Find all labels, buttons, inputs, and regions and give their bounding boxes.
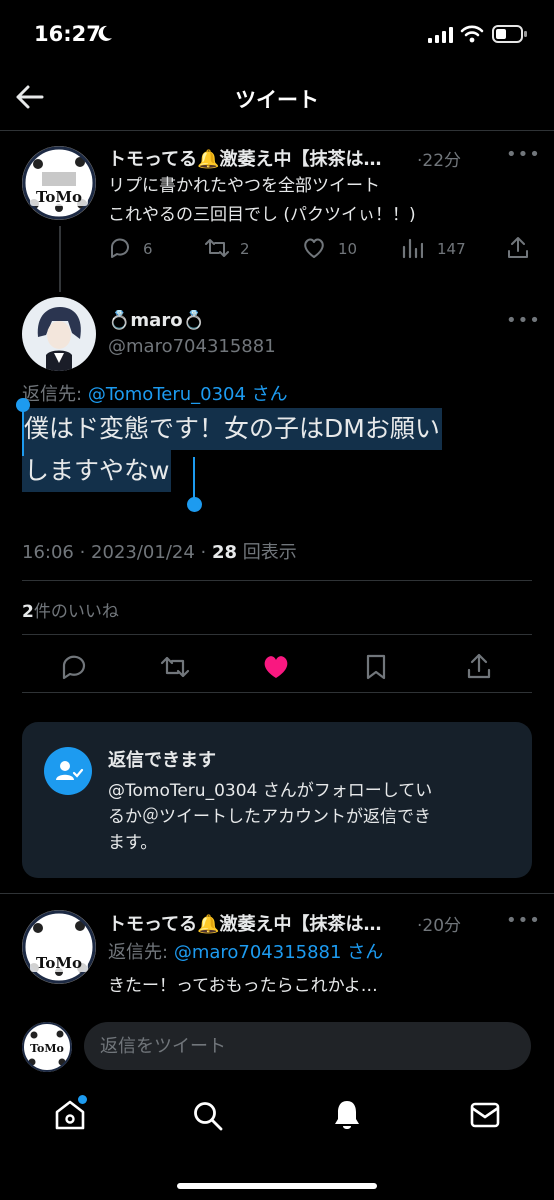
avatar-label: ToMo bbox=[30, 1042, 64, 1055]
selection-end-handle[interactable] bbox=[187, 457, 203, 513]
retweet-count: 2 bbox=[240, 240, 250, 258]
tweet-text-line: リプに書かれたやつを全部ツイート bbox=[108, 176, 380, 196]
reply-to-line: 返信先: @maro704315881 さん bbox=[108, 938, 383, 964]
selected-tweet-text[interactable]: 僕はド変態です！女の子はDMお願い しますやなw bbox=[22, 408, 532, 492]
like-icon[interactable] bbox=[302, 237, 326, 259]
battery-icon bbox=[492, 25, 527, 43]
reply-to-label: 返信先: bbox=[108, 942, 169, 963]
avatar[interactable]: ToMo bbox=[22, 146, 96, 220]
notifications-bell-icon[interactable] bbox=[331, 1098, 363, 1132]
page-title: ツイート bbox=[235, 88, 319, 112]
reply-card-text: @TomoTeru_0304 さんがフォローしてい bbox=[108, 781, 433, 801]
reply-input[interactable] bbox=[84, 1022, 531, 1070]
more-options-button[interactable]: ••• bbox=[506, 910, 541, 931]
selection-start-handle[interactable] bbox=[16, 398, 30, 458]
avatar-image bbox=[22, 910, 96, 984]
notification-dot bbox=[78, 1095, 87, 1104]
reply-permission-icon bbox=[44, 747, 92, 795]
wifi-icon bbox=[460, 25, 484, 43]
author-name[interactable]: トモってる🔔激萎え中【抹茶は… bbox=[108, 910, 426, 936]
author-name[interactable]: トモってる🔔激萎え中【抹茶は… bbox=[108, 145, 426, 171]
retweet-icon[interactable] bbox=[159, 654, 191, 680]
views-count: 147 bbox=[437, 240, 466, 258]
reply-to-line: 返信先: @TomoTeru_0304 さん bbox=[22, 380, 288, 406]
like-count: 10 bbox=[338, 240, 358, 258]
search-icon[interactable] bbox=[192, 1100, 224, 1132]
reply-card-text: るか＠ツイートしたアカウントが返信でき bbox=[108, 807, 431, 827]
divider bbox=[22, 692, 532, 693]
avatar-label: ToMo bbox=[35, 954, 83, 972]
tweet-time: 22分 bbox=[422, 151, 462, 171]
thread-connector-line bbox=[59, 226, 61, 292]
more-options-button[interactable]: ••• bbox=[506, 144, 541, 165]
author-handle[interactable]: @maro704315881 bbox=[108, 336, 276, 357]
tweet-time-row: ·22分 bbox=[417, 146, 461, 171]
bookmark-icon[interactable] bbox=[365, 653, 387, 681]
retweet-icon[interactable] bbox=[204, 237, 230, 259]
more-options-button[interactable]: ••• bbox=[506, 310, 541, 331]
reply-card-title: 返信できます bbox=[108, 750, 216, 771]
tweet-text-line: これやるの三回目でし (パクツイぃ！！) bbox=[108, 205, 416, 225]
tweet-time: 20分 bbox=[422, 916, 462, 936]
avatar[interactable] bbox=[22, 297, 96, 371]
views-icon[interactable] bbox=[401, 237, 423, 259]
reply-count: 6 bbox=[143, 240, 153, 258]
tweet-time-row: ·20分 bbox=[417, 911, 461, 936]
reply-restriction-card: 返信できます @TomoTeru_0304 さんがフォローしてい るか＠ツイート… bbox=[22, 722, 532, 878]
reply-to-suffix: さん bbox=[251, 384, 288, 405]
composer-avatar: ToMo bbox=[22, 1022, 72, 1072]
cellular-signal-icon bbox=[428, 27, 453, 43]
tweet-meta: 16:06 · 2023/01/24 · 28 回表示 bbox=[22, 538, 297, 564]
share-icon[interactable] bbox=[466, 652, 492, 680]
likes-count: 2 bbox=[22, 602, 34, 622]
home-indicator[interactable] bbox=[177, 1183, 377, 1189]
views-count[interactable]: 28 bbox=[212, 542, 237, 563]
likes-summary[interactable]: 2件のいいね bbox=[22, 597, 119, 622]
reply-to-handle-link[interactable]: @TomoTeru_0304 bbox=[88, 384, 246, 405]
reply-to-label: 返信先: bbox=[22, 384, 83, 405]
tweet-text-line: しますやなw bbox=[22, 450, 172, 492]
do-not-disturb-moon-icon bbox=[98, 25, 112, 41]
divider bbox=[0, 893, 554, 894]
reply-icon[interactable] bbox=[60, 654, 88, 680]
header-divider bbox=[0, 130, 554, 131]
messages-envelope-icon[interactable] bbox=[469, 1101, 501, 1129]
status-time: 16:27 bbox=[34, 22, 101, 46]
views-label: 回表示 bbox=[242, 542, 297, 563]
avatar-image bbox=[22, 146, 96, 220]
divider bbox=[22, 580, 532, 581]
author-name[interactable]: 💍maro💍 bbox=[108, 310, 205, 331]
avatar[interactable]: ToMo bbox=[22, 910, 96, 984]
timestamp: 16:06 · 2023/01/24 · bbox=[22, 542, 212, 563]
avatar-image bbox=[22, 297, 96, 371]
reply-to-suffix: さん bbox=[347, 942, 384, 963]
tweet-text-line: 僕はド変態です！女の子はDMお願い bbox=[22, 408, 442, 450]
reply-card-text: ます。 bbox=[108, 833, 158, 853]
share-icon[interactable] bbox=[507, 235, 529, 259]
reply-icon[interactable] bbox=[108, 237, 132, 259]
tweet-text: きたー！っておもったらこれかよ… bbox=[108, 976, 378, 996]
liked-heart-icon[interactable] bbox=[261, 654, 291, 680]
likes-label: 件のいいね bbox=[33, 602, 119, 622]
reply-to-handle-link[interactable]: @maro704315881 bbox=[174, 942, 342, 963]
divider bbox=[22, 634, 532, 635]
avatar-label: ToMo bbox=[35, 188, 83, 206]
